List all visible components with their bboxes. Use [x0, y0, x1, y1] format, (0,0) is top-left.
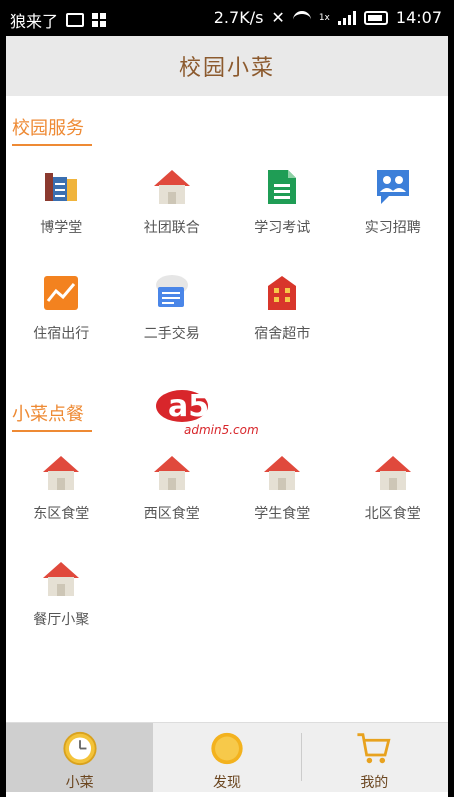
campus-services-grid: 博学堂 社团联合 学习考试 实习招聘 住宿出行 二手交易 宿舍超市: [6, 155, 448, 367]
service-label: 实习招聘: [364, 220, 421, 236]
service-item-exam[interactable]: 学习考试: [227, 155, 338, 261]
watermark-logo: a5源码 admin5.com: [156, 389, 269, 437]
canteen-label: 东区食堂: [33, 506, 90, 522]
canteen-label: 西区食堂: [143, 506, 200, 522]
service-label: 社团联合: [143, 220, 200, 236]
house-icon: [41, 559, 81, 599]
status-right: 2.7K/s ✕ 1x 14:07: [214, 8, 442, 27]
clock-time: 14:07: [395, 8, 442, 27]
tab-label: 我的: [360, 775, 389, 791]
title-bar: 校园小菜: [6, 36, 448, 96]
status-left: 狼来了: [10, 8, 107, 32]
watermark-url: admin5.com: [184, 423, 259, 437]
service-item-dorm-market[interactable]: 宿舍超市: [227, 261, 338, 367]
chart-icon: [41, 273, 81, 313]
house-icon: [152, 167, 192, 207]
canteen-item-student[interactable]: 学生食堂: [227, 441, 338, 547]
building-icon: [262, 273, 302, 313]
house-icon: [262, 453, 302, 493]
section-title-text: 校园服务: [12, 118, 84, 139]
sale-badge-icon: [211, 732, 243, 765]
tab-mine[interactable]: 我的: [300, 723, 448, 792]
bottom-nav: 小菜 发现 我的: [6, 722, 448, 792]
grid-icon: [92, 13, 107, 27]
tab-label: 发现: [212, 775, 241, 791]
mute-icon: ✕: [271, 8, 285, 27]
section-underline: [12, 144, 92, 146]
signal-icon: [337, 10, 356, 25]
section-title-food: 小菜点餐: [12, 400, 92, 432]
app-window: 狼来了 2.7K/s ✕ 1x 14:07 校园小菜 校园服务 博学堂 社团联合…: [6, 0, 448, 797]
canteen-label: 餐厅小聚: [33, 612, 90, 628]
cart-icon: [357, 733, 391, 764]
section-title-text: 小菜点餐: [12, 404, 84, 425]
service-label: 住宿出行: [33, 326, 90, 342]
canteen-item-west[interactable]: 西区食堂: [117, 441, 228, 547]
library-icon: [41, 167, 81, 207]
wifi-icon: [292, 10, 311, 25]
battery-icon: [363, 10, 388, 25]
food-order-grid: 东区食堂 西区食堂 学生食堂 北区食堂 餐厅小聚: [6, 441, 448, 653]
status-app-text: 狼来了: [10, 12, 59, 31]
sheets-icon: [262, 167, 302, 207]
section-underline: [12, 430, 92, 432]
service-item-jobs[interactable]: 实习招聘: [338, 155, 449, 261]
network-speed: 2.7K/s: [213, 8, 264, 27]
house-icon: [41, 453, 81, 493]
canteen-item-gathering[interactable]: 餐厅小聚: [6, 547, 117, 653]
tab-xiaocai[interactable]: 小菜: [6, 723, 154, 792]
service-item-secondhand[interactable]: 二手交易: [117, 261, 228, 367]
section-title-campus: 校园服务: [12, 114, 92, 146]
service-item-library[interactable]: 博学堂: [6, 155, 117, 261]
service-item-club[interactable]: 社团联合: [117, 155, 228, 261]
people-icon: [373, 167, 413, 207]
house-icon: [373, 453, 413, 493]
tab-discover[interactable]: 发现: [153, 723, 300, 792]
service-label: 学习考试: [254, 220, 311, 236]
canteen-label: 学生食堂: [254, 506, 311, 522]
service-item-housing[interactable]: 住宿出行: [6, 261, 117, 367]
image-icon: [66, 13, 85, 27]
canteen-item-north[interactable]: 北区食堂: [338, 441, 449, 547]
status-bar: 狼来了 2.7K/s ✕ 1x 14:07: [6, 0, 448, 36]
clock-icon: [63, 731, 97, 766]
canteen-label: 北区食堂: [364, 506, 421, 522]
cloud-doc-icon: [152, 273, 192, 313]
watermark-logo-text: a5源码: [168, 389, 269, 424]
service-label: 宿舍超市: [254, 326, 311, 342]
tab-label: 小菜: [65, 775, 94, 791]
service-label: 二手交易: [143, 326, 200, 342]
canteen-item-east[interactable]: 东区食堂: [6, 441, 117, 547]
network-type: 1x: [318, 12, 330, 23]
service-label: 博学堂: [40, 220, 83, 236]
house-icon: [152, 453, 192, 493]
page-title: 校园小菜: [178, 56, 275, 81]
